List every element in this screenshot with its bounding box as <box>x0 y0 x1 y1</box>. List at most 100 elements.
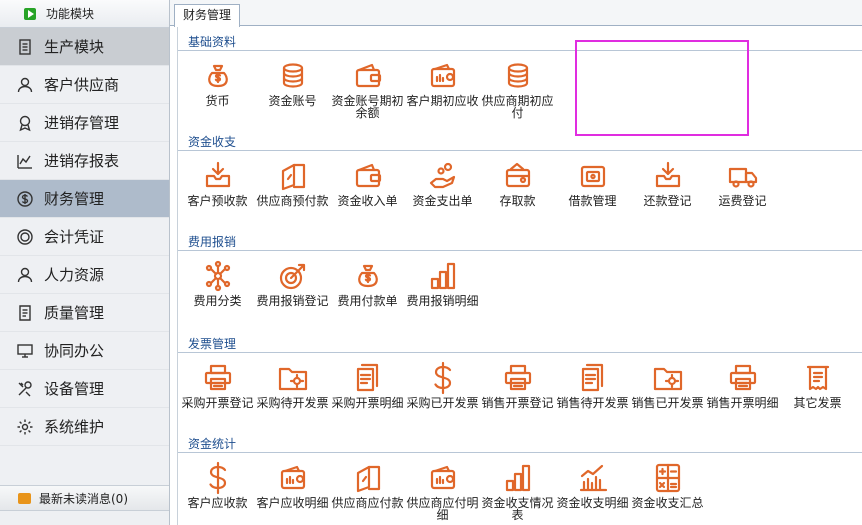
module-button[interactable]: 资金收支汇总 <box>630 457 705 525</box>
sidebar-item-label: 生产模块 <box>44 38 105 56</box>
module-button[interactable]: 资金账号 <box>255 55 330 145</box>
module-button[interactable]: 采购开票明细 <box>330 357 405 447</box>
module-label: 资金账号期初余额 <box>331 94 404 120</box>
sidebar: 功能模块 生产模块客户供应商进销存管理进销存报表财务管理 会计凭证 人力资源 质量管理… <box>0 0 170 525</box>
printer-icon <box>201 361 235 395</box>
receipt-icon <box>801 361 835 395</box>
sidebar-item-5[interactable]: 会计凭证 <box>0 218 169 256</box>
main-panel: 财务管理 基础资料 货币 资金账号 资金账号期初余额 客户期初应收 供应商期初应付 资金收支… <box>170 0 862 525</box>
hand-coins-icon <box>426 159 460 193</box>
wallet-icon <box>351 159 385 193</box>
module-label: 销售开票登记 <box>481 396 554 410</box>
module-label: 费用报销登记 <box>256 294 329 308</box>
module-button[interactable]: 存取款 <box>480 155 555 245</box>
module-button[interactable]: 客户期初应收 <box>405 55 480 145</box>
module-button[interactable]: 费用付款单 <box>330 255 405 345</box>
module-label: 存取款 <box>499 194 536 208</box>
module-button[interactable]: 采购已开发票 <box>405 357 480 447</box>
section-divider <box>178 352 862 353</box>
module-button[interactable]: 费用分类 <box>180 255 255 345</box>
tab-finance[interactable]: 财务管理 <box>174 4 241 27</box>
section-1: 资金收支 客户预收款 供应商预付款 资金收入单 资金支出单 存取款 借款管理 还款登记 运费登记 <box>178 135 862 235</box>
sidebar-item-2[interactable]: 进销存管理 <box>0 104 169 142</box>
module-button[interactable]: 销售开票登记 <box>480 357 555 447</box>
sidebar-item-10[interactable]: 系统维护 <box>0 408 169 446</box>
module-button[interactable]: 资金账号期初余额 <box>330 55 405 145</box>
sidebar-item-label: 客户供应商 <box>44 76 120 94</box>
section-title: 发票管理 <box>188 337 237 351</box>
sidebar-item-3[interactable]: 进销存报表 <box>0 142 169 180</box>
module-content: 基础资料 货币 资金账号 资金账号期初余额 客户期初应收 供应商期初应付 资金收支 客户预收款… <box>177 27 862 525</box>
module-button[interactable]: 货币 <box>180 55 255 145</box>
section-title: 资金统计 <box>188 437 237 451</box>
section-divider <box>178 50 862 51</box>
module-button[interactable]: 供应商预付款 <box>255 155 330 245</box>
sidebar-item-9[interactable]: 设备管理 <box>0 370 169 408</box>
moneybag-icon <box>351 259 385 293</box>
module-button[interactable]: 销售待开发票 <box>555 357 630 447</box>
wallet-chart-icon <box>276 461 310 495</box>
module-label: 采购开票明细 <box>331 396 404 410</box>
module-label: 资金收入单 <box>337 194 398 208</box>
module-button[interactable]: 销售开票明细 <box>705 357 780 447</box>
bar-chart-icon <box>426 259 460 293</box>
section-2: 费用报销 费用分类 费用报销登记 费用付款单 费用报销明细 <box>178 235 862 335</box>
doc-icon <box>19 304 31 321</box>
module-button[interactable]: 客户预收款 <box>180 155 255 245</box>
module-label: 其它发票 <box>793 396 842 410</box>
sidebar-item-1[interactable]: 客户供应商 <box>0 66 169 104</box>
module-label: 货币 <box>205 94 230 108</box>
module-label: 客户预收款 <box>187 194 248 208</box>
sidebar-header-label: 功能模块 <box>46 7 95 21</box>
module-button[interactable]: 其它发票 <box>780 357 855 447</box>
section-items: 采购开票登记 采购待开发票 采购开票明细 采购已开发票 销售开票登记 销售待开发票 销售已开… <box>180 357 855 447</box>
module-label: 客户应收明细 <box>256 496 329 510</box>
wallet-chart-icon <box>426 59 460 93</box>
unread-messages-link[interactable]: 最新未读消息(0) <box>0 485 169 511</box>
module-button[interactable]: 供应商期初应付 <box>480 55 555 145</box>
module-button[interactable]: 客户应收款 <box>180 457 255 525</box>
module-label: 供应商预付款 <box>256 194 329 208</box>
module-button[interactable]: 采购开票登记 <box>180 357 255 447</box>
purse-icon <box>576 159 610 193</box>
module-button[interactable]: 资金收支明细 <box>555 457 630 525</box>
module-button[interactable]: 销售已开发票 <box>630 357 705 447</box>
module-label: 销售已开发票 <box>631 396 704 410</box>
module-button[interactable]: 供应商应付款 <box>330 457 405 525</box>
section-divider <box>178 150 862 151</box>
dollar-icon <box>201 461 235 495</box>
module-label: 客户期初应收 <box>406 94 479 108</box>
list-icon <box>19 38 31 55</box>
inbox-icon <box>651 159 685 193</box>
molecule-icon <box>201 259 235 293</box>
module-button[interactable]: 资金支出单 <box>405 155 480 245</box>
module-button[interactable]: 采购待开发票 <box>255 357 330 447</box>
module-button[interactable]: 运费登记 <box>705 155 780 245</box>
section-0: 基础资料 货币 资金账号 资金账号期初余额 客户期初应收 供应商期初应付 <box>178 35 862 135</box>
module-button[interactable]: 资金收支情况表 <box>480 457 555 525</box>
module-label: 资金收支明细 <box>556 496 629 510</box>
module-button[interactable]: 客户应收明细 <box>255 457 330 525</box>
module-button[interactable]: 费用报销明细 <box>405 255 480 345</box>
moneybag-icon <box>201 59 235 93</box>
dollar-icon <box>426 361 460 395</box>
folder-gear-icon <box>651 361 685 395</box>
section-title: 资金收支 <box>188 135 237 149</box>
gear-icon <box>17 419 33 434</box>
sidebar-item-7[interactable]: 质量管理 <box>0 294 169 332</box>
module-label: 借款管理 <box>568 194 617 208</box>
module-button[interactable]: 资金收入单 <box>330 155 405 245</box>
badge-icon <box>19 115 31 131</box>
sidebar-item-0[interactable]: 生产模块 <box>0 28 169 66</box>
module-button[interactable]: 借款管理 <box>555 155 630 245</box>
sidebar-item-4[interactable]: 财务管理 <box>0 180 169 218</box>
module-button[interactable]: 费用报销登记 <box>255 255 330 345</box>
line-chart-icon <box>576 461 610 495</box>
module-button[interactable]: 供应商应付明细 <box>405 457 480 525</box>
sidebar-item-8[interactable]: 协同办公 <box>0 332 169 370</box>
sidebar-item-6[interactable]: 人力资源 <box>0 256 169 294</box>
module-button[interactable]: 还款登记 <box>630 155 705 245</box>
sidebar-item-label: 进销存报表 <box>44 152 120 170</box>
module-label: 资金账号 <box>268 94 317 108</box>
sidebar-menu: 生产模块客户供应商进销存管理进销存报表财务管理 会计凭证 人力资源 质量管理 协同办公设… <box>0 28 169 446</box>
